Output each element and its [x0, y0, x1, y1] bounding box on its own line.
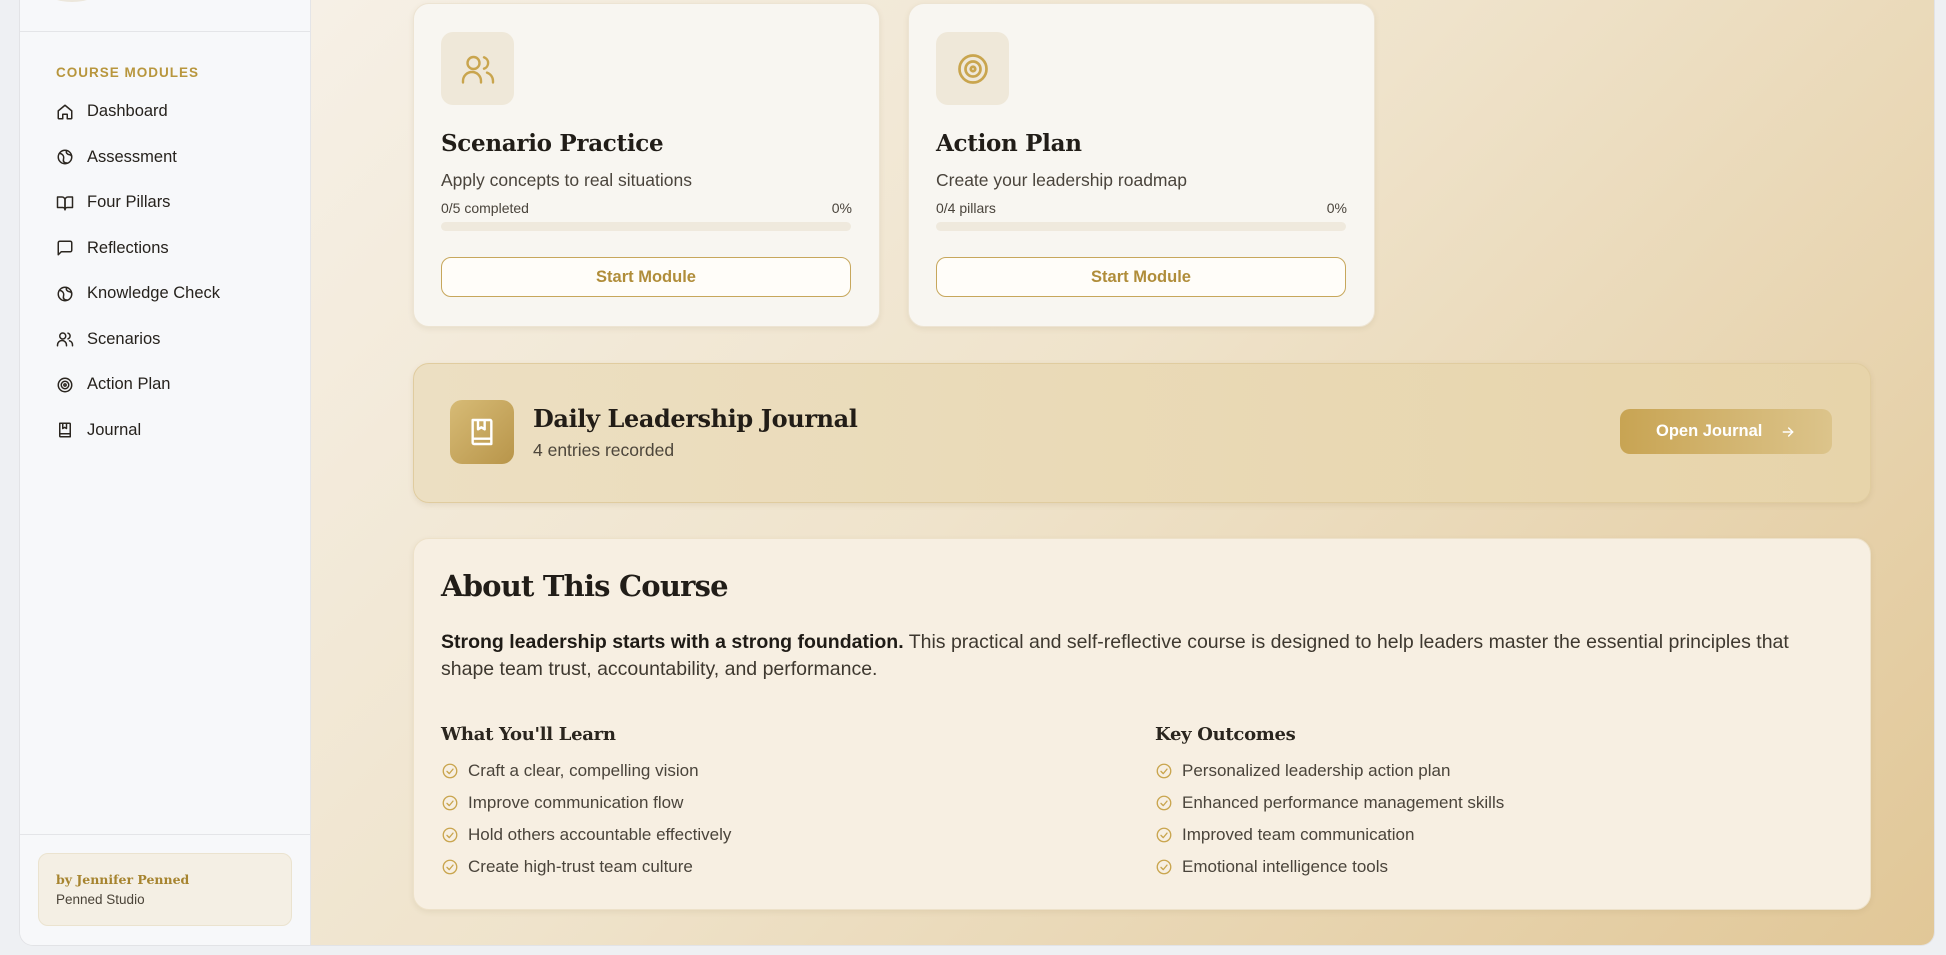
check-circle-icon [1156, 795, 1172, 811]
app-frame: COURSE MODULES Dashboard Assessment Four… [19, 0, 1935, 946]
journal-title: Daily Leadership Journal [533, 404, 858, 433]
module-icon-box [441, 32, 514, 105]
check-circle-icon [442, 827, 458, 843]
target-icon [957, 53, 988, 84]
about-intro: Strong leadership starts with a strong f… [441, 629, 1841, 683]
list-item: Improve communication flow [441, 787, 731, 819]
module-description: Create your leadership roadmap [936, 170, 1187, 190]
check-circle-icon [442, 763, 458, 779]
sidebar-item-label: Knowledge Check [87, 284, 220, 303]
open-journal-button[interactable]: Open Journal [1620, 409, 1832, 454]
studio-name: Penned Studio [56, 892, 145, 907]
module-description: Apply concepts to real situations [441, 170, 692, 190]
module-card-action-plan: Action Plan Create your leadership roadm… [908, 3, 1375, 327]
start-module-button[interactable]: Start Module [936, 257, 1346, 297]
list-item-text: Personalized leadership action plan [1182, 761, 1451, 780]
journal-icon-box [450, 400, 514, 464]
check-circle-icon [1156, 763, 1172, 779]
module-title: Action Plan [936, 130, 1082, 157]
sidebar-item-four-pillars[interactable]: Four Pillars [42, 180, 302, 226]
check-circle-icon [442, 859, 458, 875]
module-title: Scenario Practice [441, 130, 664, 157]
progress-label: 0/5 completed [441, 200, 529, 216]
sidebar-header [20, 0, 310, 32]
list-item: Hold others accountable effectively [441, 819, 731, 851]
list-item-text: Craft a clear, compelling vision [468, 761, 699, 780]
home-icon [57, 104, 73, 120]
list-item-text: Enhanced performance management skills [1182, 793, 1505, 812]
sidebar-divider [20, 834, 310, 835]
list-item-text: Emotional intelligence tools [1182, 857, 1389, 876]
open-journal-label: Open Journal [1656, 422, 1763, 440]
progress-percent: 0% [1326, 200, 1347, 216]
sidebar: COURSE MODULES Dashboard Assessment Four… [20, 0, 311, 945]
progress-percent: 0% [831, 200, 852, 216]
list-item-text: Create high-trust team culture [468, 857, 693, 876]
journal-banner: Daily Leadership Journal 4 entries recor… [413, 363, 1871, 503]
sidebar-item-journal[interactable]: Journal [42, 408, 302, 454]
list-item: Personalized leadership action plan [1155, 755, 1504, 787]
sidebar-item-dashboard[interactable]: Dashboard [42, 89, 302, 135]
sidebar-item-label: Journal [87, 420, 142, 439]
arrow-right-icon [1782, 426, 1794, 437]
list-item: Improved team communication [1155, 819, 1504, 851]
check-circle-icon [1156, 859, 1172, 875]
list-item-text: Improved team communication [1182, 825, 1415, 844]
sidebar-item-label: Action Plan [87, 375, 171, 394]
list-item: Craft a clear, compelling vision [441, 755, 731, 787]
sidebar-item-action-plan[interactable]: Action Plan [42, 362, 302, 408]
list-item-text: Improve communication flow [468, 793, 684, 812]
progress-bar [441, 222, 851, 231]
module-card-scenario-practice: Scenario Practice Apply concepts to real… [413, 3, 880, 327]
sidebar-item-scenarios[interactable]: Scenarios [42, 317, 302, 363]
module-icon-box [936, 32, 1009, 105]
about-title: About This Course [441, 569, 729, 603]
outcomes-title: Key Outcomes [1155, 724, 1296, 745]
notebook-icon [59, 422, 71, 438]
list-item: Enhanced performance management skills [1155, 787, 1504, 819]
section-label: COURSE MODULES [56, 65, 200, 80]
learn-column: What You'll Learn Craft a clear, compell… [441, 724, 731, 883]
author-name: by Jennifer Penned [56, 872, 190, 887]
bookmark-book-icon [471, 418, 493, 446]
users-icon [461, 55, 494, 84]
list-item: Emotional intelligence tools [1155, 851, 1504, 883]
progress-bar [936, 222, 1346, 231]
target-icon [57, 377, 73, 393]
sidebar-item-label: Assessment [87, 147, 177, 166]
list-item: Create high-trust team culture [441, 851, 731, 883]
globe-icon [57, 149, 73, 165]
sidebar-item-label: Four Pillars [87, 193, 171, 212]
progress-label: 0/4 pillars [936, 200, 996, 216]
author-card: by Jennifer Penned Penned Studio [38, 853, 292, 926]
about-course-card: About This Course Strong leadership star… [413, 538, 1871, 910]
intro-bold: Strong leadership starts with a strong f… [441, 631, 904, 653]
journal-subtitle: 4 entries recorded [533, 440, 675, 460]
check-circle-icon [1156, 827, 1172, 843]
globe-icon [57, 286, 73, 302]
learn-list: Craft a clear, compelling vision Improve… [441, 755, 731, 883]
list-item-text: Hold others accountable effectively [468, 825, 732, 844]
sidebar-item-label: Scenarios [87, 329, 161, 348]
sidebar-item-reflections[interactable]: Reflections [42, 226, 302, 272]
sidebar-item-knowledge-check[interactable]: Knowledge Check [42, 271, 302, 317]
check-circle-icon [442, 795, 458, 811]
logo [46, 0, 98, 2]
outcomes-list: Personalized leadership action plan Enha… [1155, 755, 1504, 883]
main-content: Scenario Practice Apply concepts to real… [311, 0, 1934, 945]
start-module-button[interactable]: Start Module [441, 257, 851, 297]
message-square-icon [57, 240, 73, 256]
sidebar-item-label: Reflections [87, 238, 169, 257]
learn-title: What You'll Learn [441, 724, 616, 745]
users-icon [56, 332, 74, 347]
outcomes-column: Key Outcomes Personalized leadership act… [1155, 724, 1504, 883]
sidebar-item-assessment[interactable]: Assessment [42, 135, 302, 181]
sidebar-item-label: Dashboard [87, 102, 168, 121]
course-nav: Dashboard Assessment Four Pillars Reflec… [42, 89, 302, 453]
book-open-icon [56, 196, 74, 211]
